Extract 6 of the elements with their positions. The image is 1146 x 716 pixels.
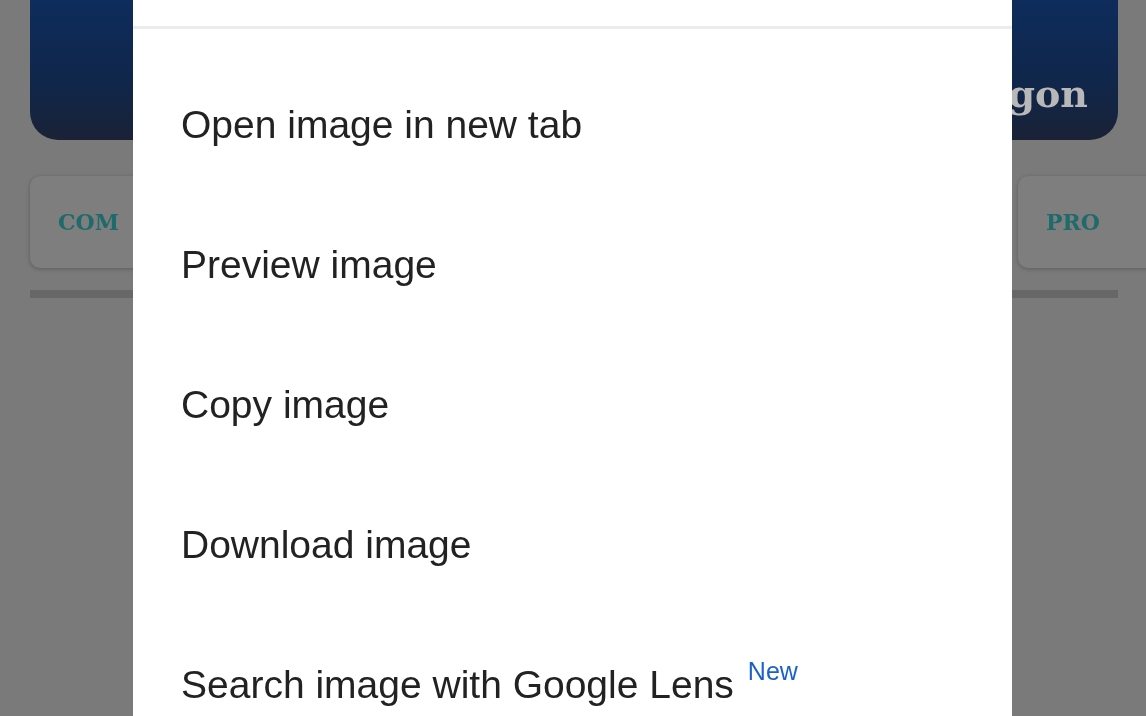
menu-item[interactable]: Copy image	[181, 383, 390, 427]
menu-item[interactable]: Open image in new tab	[181, 103, 583, 147]
new-label: New	[747, 657, 798, 686]
menu-item[interactable]: Search image with Google Lens	[181, 663, 734, 707]
menu-item[interactable]: Download image	[181, 523, 472, 567]
banner-text: gon	[1008, 71, 1088, 116]
